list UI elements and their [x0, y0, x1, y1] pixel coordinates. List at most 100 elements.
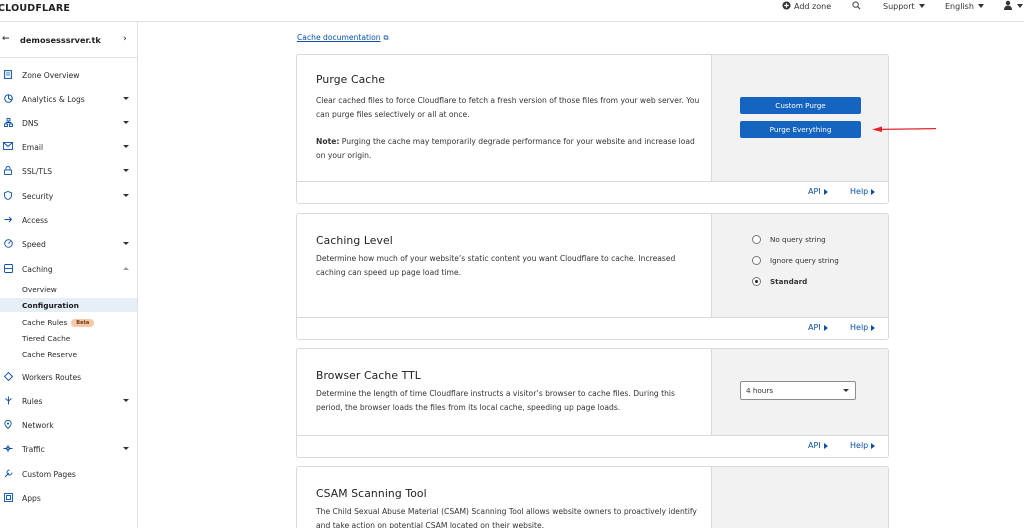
caching-icon	[3, 263, 13, 275]
network-icon	[3, 117, 13, 129]
sidebar-item-access[interactable]: Access	[0, 212, 137, 228]
add-zone-label: Add zone	[794, 1, 832, 11]
radio-circle-selected	[752, 276, 761, 286]
sidebar-item-rules[interactable]: Rules	[0, 393, 137, 409]
radio-ignore-query-string[interactable]: Ignore query string	[752, 254, 839, 266]
browser-cache-ttl-select[interactable]: 4 hours	[740, 381, 856, 400]
caching-level-card: Caching Level Determine how much of your…	[296, 213, 889, 340]
chevron-down-icon	[123, 194, 129, 197]
chevron-down-icon	[977, 4, 984, 8]
csam-scanning-card: CSAM Scanning Tool The Child Sexual Abus…	[296, 466, 889, 528]
sidebar-item-custom-pages[interactable]: Custom Pages	[0, 466, 137, 482]
caching-level-title: Caching Level	[316, 234, 393, 247]
purge-cache-actions	[711, 55, 888, 181]
purge-cache-footer: API Help	[297, 181, 888, 203]
chevron-down-icon	[123, 169, 129, 172]
rules-icon	[3, 396, 13, 407]
apps-icon	[3, 492, 13, 504]
sidebar-sub-cache-reserve[interactable]: Cache Reserve	[0, 347, 137, 361]
arrow-icon	[3, 215, 13, 226]
support-menu[interactable]: Support	[883, 0, 925, 12]
chevron-down-icon	[918, 4, 925, 8]
sidebar-item-zone-overview[interactable]: Zone Overview	[0, 67, 137, 83]
back-arrow-icon[interactable]: ←	[2, 34, 10, 44]
chevron-up-icon	[123, 267, 129, 270]
zone-name: demosesssrver.tk	[20, 35, 101, 45]
cache-documentation-link[interactable]: Cache documentation ⧉	[297, 33, 389, 43]
csam-scanning-control	[711, 467, 888, 528]
external-link-icon: ⧉	[383, 34, 389, 42]
radio-circle	[752, 234, 761, 244]
api-link[interactable]: API	[808, 441, 828, 450]
chevron-down-icon	[123, 97, 129, 100]
shield-icon	[3, 190, 13, 202]
sidebar-item-network[interactable]: Network	[0, 417, 137, 433]
zone-selector[interactable]: ← demosesssrver.tk ›	[0, 22, 137, 58]
language-menu[interactable]: English	[945, 0, 984, 12]
browser-cache-ttl-description: Determine the length of time Cloudflare …	[316, 389, 675, 412]
sidebar-item-security[interactable]: Security	[0, 188, 137, 204]
caret-right-icon	[823, 324, 828, 331]
cache-rules-label: Cache Rules	[22, 317, 68, 327]
sidebar-item-caching[interactable]: Caching	[0, 261, 137, 277]
chevron-down-icon	[123, 242, 129, 245]
document-icon	[3, 69, 13, 81]
search-icon	[852, 0, 861, 12]
sidebar-sub-configuration[interactable]: Configuration	[0, 298, 137, 312]
purge-cache-title: Purge Cache	[316, 73, 386, 86]
radio-circle	[752, 255, 761, 265]
caret-right-icon	[823, 442, 828, 449]
user-menu[interactable]	[1003, 0, 1023, 12]
api-link[interactable]: API	[808, 323, 828, 332]
add-zone-button[interactable]: Add zone	[782, 0, 831, 12]
chevron-down-icon	[843, 389, 849, 392]
purge-everything-button[interactable]: Purge Everything	[740, 121, 861, 138]
sidebar-item-ssl[interactable]: SSL/TLS	[0, 163, 137, 179]
sidebar-sub-tiered-cache[interactable]: Tiered Cache	[0, 331, 137, 345]
custom-purge-button[interactable]: Custom Purge	[740, 97, 861, 114]
user-icon	[1003, 0, 1013, 12]
search-button[interactable]	[852, 0, 861, 12]
radio-standard[interactable]: Standard	[752, 275, 807, 287]
purge-cache-card: Purge Cache Clear cached files to force …	[296, 54, 889, 204]
purge-cache-note: Note: Purging the cache may temporarily …	[316, 137, 695, 160]
sidebar-item-analytics[interactable]: Analytics & Logs	[0, 91, 137, 107]
sidebar-item-email[interactable]: Email	[0, 139, 137, 155]
radio-no-query-string[interactable]: No query string	[752, 233, 826, 245]
help-link[interactable]: Help	[850, 323, 876, 332]
chart-icon	[3, 93, 13, 105]
caching-level-description: Determine how much of your website’s sta…	[316, 254, 676, 277]
sidebar-item-workers-routes[interactable]: Workers Routes	[0, 369, 137, 385]
cloudflare-logo[interactable]: CLOUDFLARE	[0, 3, 70, 14]
beta-badge: Beta	[71, 318, 95, 327]
browser-cache-ttl-card: Browser Cache TTL Determine the length o…	[296, 348, 889, 458]
lightning-icon	[3, 238, 13, 250]
traffic-icon	[3, 444, 13, 455]
caret-right-icon	[871, 324, 876, 331]
csam-scanning-description: The Child Sexual Abuse Material (CSAM) S…	[316, 507, 697, 528]
purge-cache-description: Clear cached files to force Cloudflare t…	[316, 96, 700, 119]
chevron-down-icon	[123, 447, 129, 450]
plus-circle-icon	[782, 0, 791, 12]
help-link[interactable]: Help	[850, 187, 876, 196]
sidebar-item-apps[interactable]: Apps	[0, 490, 137, 506]
sidebar-sub-overview[interactable]: Overview	[0, 282, 137, 296]
help-link[interactable]: Help	[850, 441, 876, 450]
top-bar: CLOUDFLARE Add zone Support English	[0, 0, 1024, 22]
chevron-down-icon	[123, 399, 129, 402]
chevron-down-icon	[123, 121, 129, 124]
sidebar-sub-cache-rules[interactable]: Cache Rules Beta	[0, 315, 137, 329]
chevron-down-icon	[1017, 4, 1023, 8]
chevron-down-icon	[123, 145, 129, 148]
chevron-right-icon: ›	[123, 34, 127, 44]
api-link[interactable]: API	[808, 187, 828, 196]
sidebar-item-speed[interactable]: Speed	[0, 236, 137, 252]
location-icon	[3, 419, 13, 431]
sidebar-item-traffic[interactable]: Traffic	[0, 441, 137, 457]
support-label: Support	[883, 1, 915, 11]
sidebar: ← demosesssrver.tk › Zone Overview Analy…	[0, 22, 138, 528]
wrench-icon	[3, 469, 13, 480]
caret-right-icon	[823, 188, 828, 195]
sidebar-item-dns[interactable]: DNS	[0, 115, 137, 131]
caret-right-icon	[871, 442, 876, 449]
